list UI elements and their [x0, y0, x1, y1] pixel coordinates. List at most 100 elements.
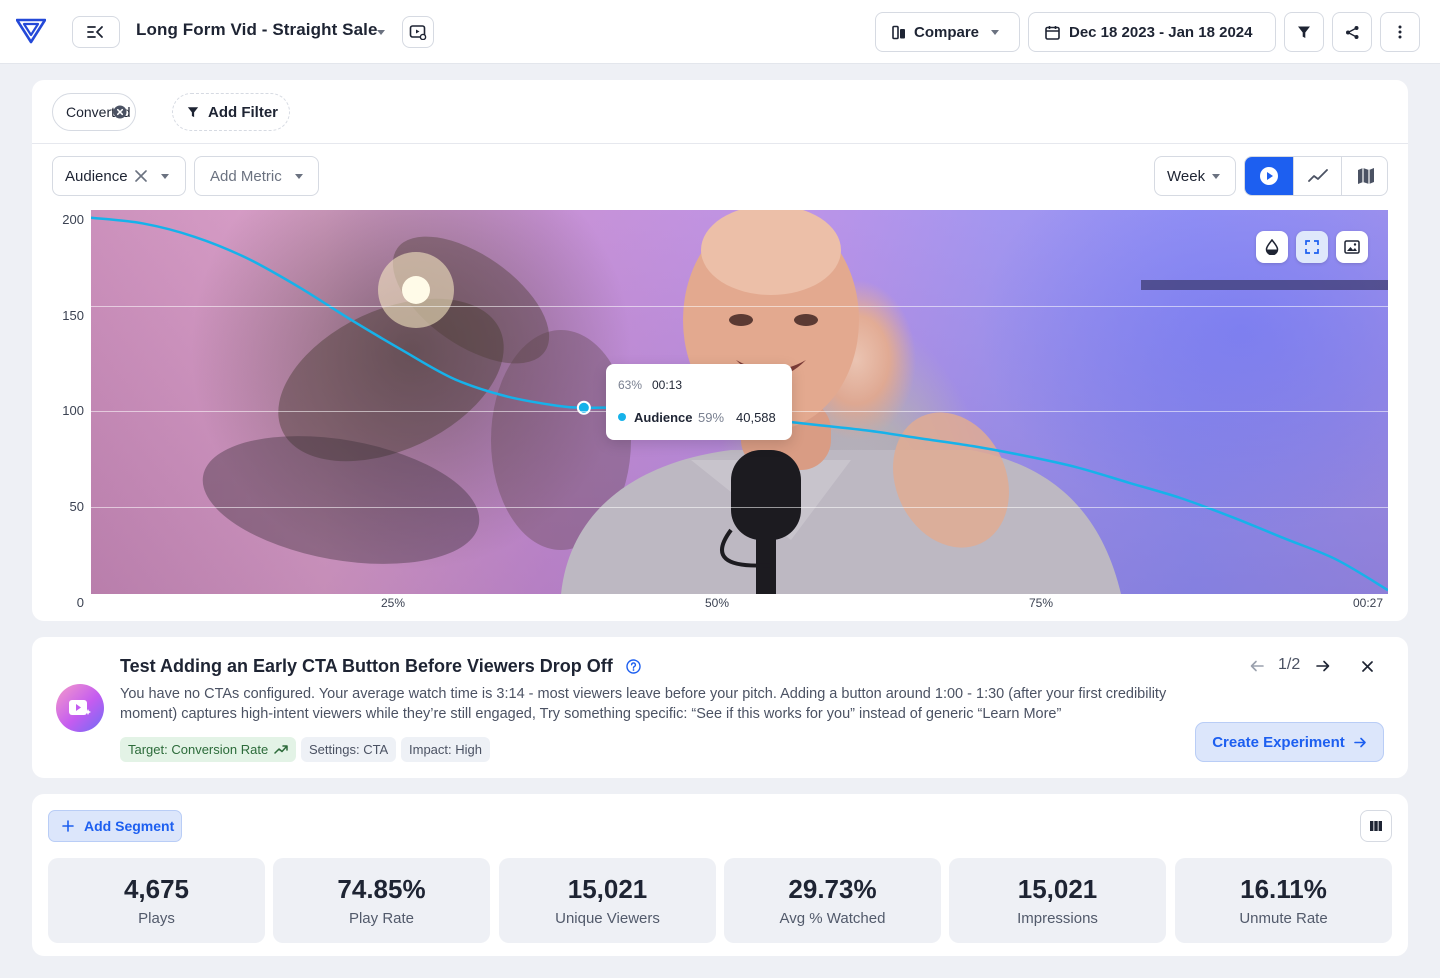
video-title[interactable]: Long Form Vid - Straight Sale	[136, 20, 378, 40]
recommendation-pager: 1/2	[1278, 656, 1301, 673]
stat-label: Impressions	[1017, 910, 1098, 927]
help-icon[interactable]	[626, 659, 641, 674]
stat-value: 4,675	[123, 874, 190, 904]
stat-plays: 4,675 Plays	[48, 858, 265, 943]
metric-select-caret	[161, 174, 169, 179]
y-tick-label: 0	[76, 595, 84, 610]
title-dropdown-caret[interactable]	[377, 30, 385, 35]
gridline	[91, 507, 1388, 508]
stat-label: Unmute Rate	[1239, 910, 1328, 927]
logo-icon[interactable]	[16, 18, 46, 44]
add-metric-placeholder: Add Metric	[210, 167, 282, 185]
fullscreen-icon	[1305, 240, 1319, 254]
columns-button[interactable]	[1360, 810, 1392, 842]
video-sparkle-icon	[69, 700, 91, 715]
tooltip-series-dot	[618, 413, 626, 421]
create-experiment-label: Create Experiment	[1212, 733, 1345, 751]
add-metric-select[interactable]: Add Metric	[194, 156, 319, 196]
color-drop-button[interactable]	[1256, 231, 1288, 263]
stat-avg-watched: 29.73% Avg % Watched	[724, 858, 941, 943]
share-button[interactable]	[1332, 12, 1372, 52]
stat-play-rate: 74.85% Play Rate	[273, 858, 490, 943]
map-icon	[1357, 168, 1374, 184]
share-icon	[1345, 25, 1358, 39]
tooltip-series-pct: 59%	[698, 410, 725, 425]
stat-label: Unique Viewers	[555, 910, 660, 927]
date-range-label: Dec 18 2023 - Jan 18 2024	[1069, 23, 1253, 41]
filter-icon	[187, 107, 199, 118]
clear-metric-icon[interactable]	[135, 170, 147, 182]
x-tick-label: 25%	[381, 596, 406, 610]
compare-label: Compare	[914, 23, 980, 41]
tag-impact: Impact: High	[401, 737, 490, 762]
add-filter-label: Add Filter	[208, 103, 278, 121]
tooltip-value: 40,588	[736, 410, 776, 425]
x-tick-label: 00:27	[1353, 596, 1384, 610]
create-experiment-button[interactable]: Create Experiment	[1195, 722, 1384, 762]
view-mode-group	[1244, 156, 1388, 196]
more-options-button[interactable]	[1380, 12, 1420, 52]
recommendation-avatar	[56, 684, 104, 732]
previous-arrow-icon[interactable]	[1250, 660, 1264, 672]
next-arrow-icon[interactable]	[1316, 660, 1330, 672]
compare-icon	[892, 25, 905, 39]
filter-chip-converted[interactable]: Converted	[52, 93, 136, 131]
stat-label: Plays	[138, 910, 175, 927]
map-view-button[interactable]	[1341, 157, 1387, 195]
video-preview-icon	[409, 25, 427, 40]
interval-caret	[1212, 174, 1220, 179]
tag-settings: Settings: CTA	[301, 737, 397, 762]
metric-select-value: Audience	[65, 167, 128, 185]
x-tick-label: 75%	[1029, 596, 1054, 610]
remove-filter-icon[interactable]	[113, 105, 127, 119]
stat-unmute-rate: 16.11% Unmute Rate	[1175, 858, 1392, 943]
interval-value: Week	[1167, 167, 1206, 185]
collapse-sidebar-button[interactable]	[72, 16, 120, 48]
picture-button[interactable]	[1336, 231, 1368, 263]
arrow-right-icon	[1353, 737, 1366, 747]
stat-value: 74.85%	[337, 874, 426, 904]
tag-target: Target: Conversion Rate	[120, 737, 297, 762]
video-view-button[interactable]	[1245, 157, 1293, 195]
add-segment-button[interactable]: Add Segment	[48, 810, 182, 842]
video-preview-button[interactable]	[402, 16, 434, 48]
columns-icon	[1370, 821, 1382, 831]
fullscreen-button[interactable]	[1296, 231, 1328, 263]
play-circle-icon	[1260, 167, 1278, 185]
stat-impressions: 15,021 Impressions	[949, 858, 1166, 943]
recommendation-body: You have no CTAs configured. Your averag…	[120, 686, 1167, 722]
date-range-picker[interactable]: Dec 18 2023 - Jan 18 2024	[1028, 12, 1276, 52]
tooltip-position-pct: 63%	[618, 378, 643, 392]
stat-value: 15,021	[567, 874, 648, 904]
more-vertical-icon	[1398, 25, 1402, 39]
filter-button[interactable]	[1284, 12, 1324, 52]
tooltip-time: 00:13	[652, 378, 683, 392]
calendar-icon	[1045, 25, 1060, 40]
filter-divider	[32, 143, 1408, 144]
stat-value: 16.11%	[1240, 874, 1327, 904]
tooltip-series-name: Audience	[634, 410, 693, 425]
y-tick-label: 200	[62, 212, 84, 227]
line-view-button[interactable]	[1293, 157, 1341, 195]
recommendation-title: Test Adding an Early CTA Button Before V…	[120, 656, 613, 676]
stat-value: 15,021	[1017, 874, 1098, 904]
y-tick-label: 150	[62, 308, 84, 323]
y-tick-label: 100	[62, 403, 84, 418]
close-icon[interactable]	[1362, 661, 1373, 672]
metric-select-audience[interactable]: Audience	[52, 156, 186, 196]
stat-unique-viewers: 15,021 Unique Viewers	[499, 858, 716, 943]
stat-label: Avg % Watched	[779, 910, 886, 927]
compare-caret	[991, 30, 999, 35]
filter-icon	[1298, 26, 1310, 38]
stat-label: Play Rate	[348, 910, 415, 927]
tag-target-label: Target: Conversion Rate	[128, 742, 269, 757]
top-bar: Long Form Vid - Straight Sale Compare De…	[0, 0, 1440, 64]
plus-icon	[62, 820, 74, 832]
y-tick-label: 50	[69, 499, 84, 514]
picture-icon	[1344, 240, 1360, 254]
add-filter-button[interactable]: Add Filter	[172, 93, 290, 131]
interval-select[interactable]: Week	[1154, 156, 1236, 196]
line-chart-icon	[1307, 169, 1328, 182]
stat-value: 29.73%	[788, 874, 877, 904]
add-segment-label: Add Segment	[84, 818, 175, 834]
